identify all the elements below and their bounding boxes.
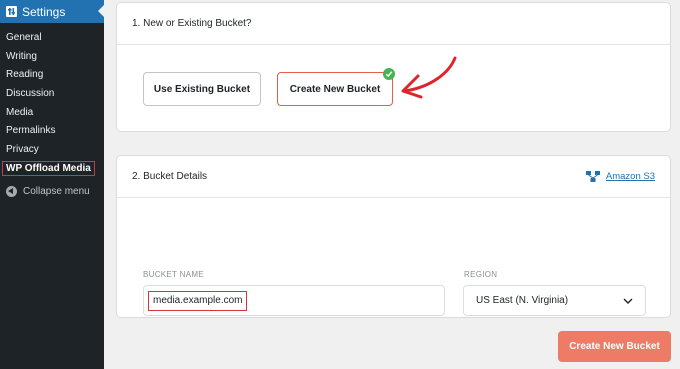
region-select[interactable]: US East (N. Virginia)	[463, 285, 646, 316]
sidebar-item-discussion[interactable]: Discussion	[0, 85, 104, 104]
admin-sidebar: Settings General Writing Reading Discuss…	[0, 0, 104, 369]
bucket-details-panel: 2. Bucket Details Amazon S3 BUCKET NAME …	[116, 155, 671, 318]
annotation-arrow-icon	[401, 56, 457, 99]
bucket-name-label: BUCKET NAME	[143, 270, 204, 279]
create-new-bucket-button[interactable]: Create New Bucket	[558, 331, 671, 362]
settings-submenu: General Writing Reading Discussion Media…	[0, 23, 104, 179]
sidebar-item-media[interactable]: Media	[0, 104, 104, 123]
section-title: 1. New or Existing Bucket?	[132, 18, 252, 29]
bucket-choice-panel: 1. New or Existing Bucket? Use Existing …	[116, 2, 671, 132]
sidebar-item-privacy[interactable]: Privacy	[0, 141, 104, 160]
provider-link-label: Amazon S3	[605, 171, 655, 182]
section-header: 1. New or Existing Bucket?	[117, 3, 670, 45]
create-new-bucket-option-button[interactable]: Create New Bucket	[277, 72, 393, 106]
section-title: 2. Bucket Details	[132, 171, 208, 182]
collapse-arrow-icon	[6, 186, 17, 197]
sidebar-item-wp-offload-media-label: WP Offload Media	[2, 160, 95, 176]
settings-icon	[6, 6, 17, 17]
sidebar-item-general[interactable]: General	[0, 29, 104, 48]
region-value: US East (N. Virginia)	[476, 295, 569, 306]
use-existing-bucket-button[interactable]: Use Existing Bucket	[143, 72, 261, 106]
sidebar-item-settings[interactable]: Settings	[0, 0, 104, 23]
bucket-name-value: media.example.com	[148, 291, 248, 311]
sidebar-item-writing[interactable]: Writing	[0, 48, 104, 67]
region-label: REGION	[464, 270, 498, 279]
sidebar-item-reading[interactable]: Reading	[0, 66, 104, 85]
section-header: 2. Bucket Details Amazon S3	[117, 156, 670, 198]
collapse-menu-button[interactable]: Collapse menu	[0, 183, 104, 201]
sidebar-item-permalinks[interactable]: Permalinks	[0, 122, 104, 141]
collapse-menu-label: Collapse menu	[23, 186, 90, 197]
provider-icon	[585, 170, 600, 182]
current-menu-pointer	[98, 5, 104, 17]
sidebar-header-label: Settings	[22, 4, 66, 19]
sidebar-item-wp-offload-media[interactable]: WP Offload Media	[0, 160, 104, 179]
chevron-down-icon	[623, 298, 633, 304]
amazon-s3-link[interactable]: Amazon S3	[585, 170, 655, 183]
bucket-name-input[interactable]: media.example.com	[143, 285, 445, 316]
